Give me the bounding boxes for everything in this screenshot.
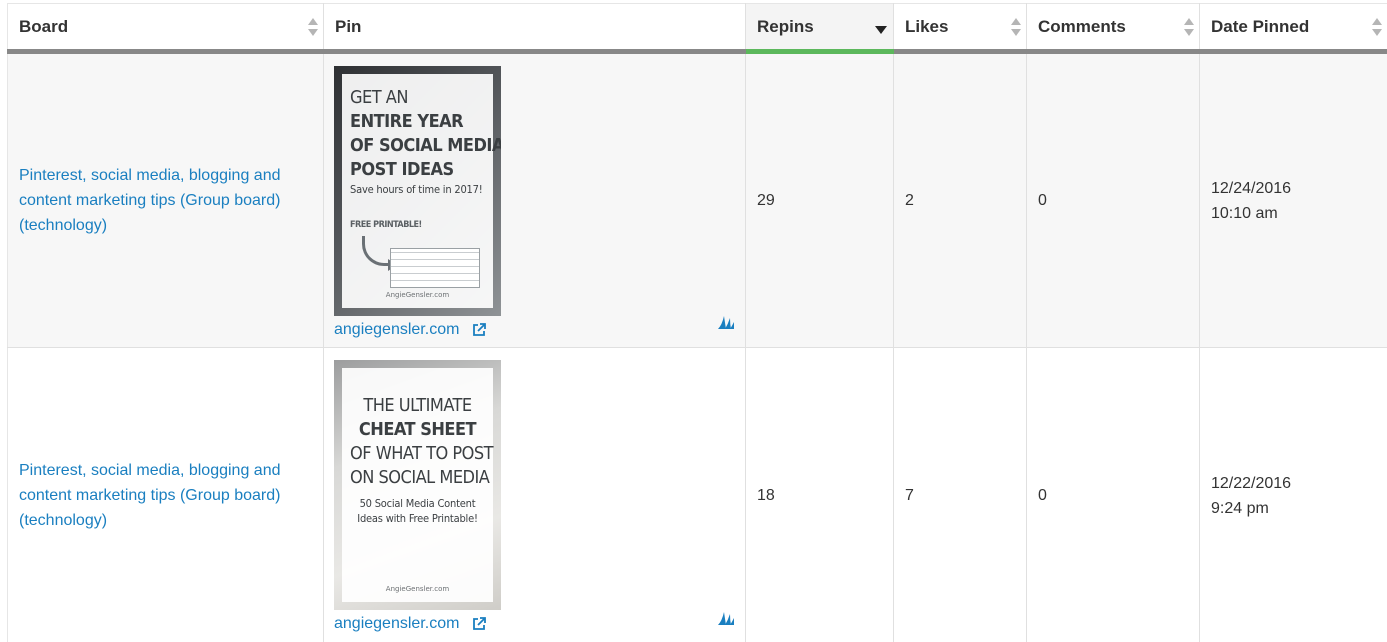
pin-cell: GET AN ENTIRE YEAR OF SOCIAL MEDIA POST … [323,51,746,348]
pin-text-line: Ideas with Free Printable! [357,512,478,525]
column-header-comments[interactable]: Comments [1026,3,1200,54]
pin-text-line: POST IDEAS [350,159,454,180]
date-pinned-time: 9:24 pm [1211,499,1269,517]
pin-text-line: Save hours of time in 2017! [350,183,483,196]
comments-cell: 0 [1026,347,1200,642]
column-header-label: Likes [905,16,949,36]
external-link-icon[interactable] [471,321,487,337]
pin-text-line: FREE PRINTABLE! [350,220,422,230]
pin-text-line: ENTIRE YEAR [350,111,464,132]
board-cell: Pinterest, social media, blogging and co… [7,347,324,642]
pin-overlay-card: THE ULTIMATE CHEAT SHEET OF WHAT TO POST… [342,368,494,602]
repins-cell: 29 [745,51,894,348]
pin-cell: THE ULTIMATE CHEAT SHEET OF WHAT TO POST… [323,347,746,642]
printable-sheet-graphic [390,248,480,288]
pin-text-line: CHEAT SHEET [358,419,477,440]
pin-text-line: 50 Social Media Content [359,497,476,510]
column-header-label: Comments [1038,16,1126,36]
column-header-repins[interactable]: Repins [745,3,894,54]
sort-arrows-icon[interactable] [1011,17,1021,36]
column-header-label: Repins [757,16,814,36]
column-header-label: Date Pinned [1211,16,1310,36]
sort-desc-icon[interactable] [875,26,887,34]
table-header-row: Board Pin Repins Likes Comments Date Pin… [7,3,1387,54]
sort-arrows-icon[interactable] [1372,17,1382,36]
table-row: Pinterest, social media, blogging and co… [7,51,1387,348]
pin-text-line: THE ULTIMATE [363,395,472,416]
pin-credit: AngieGensler.com [385,291,450,299]
pin-domain-row: angiegensler.com [334,612,735,634]
table-row: Pinterest, social media, blogging and co… [7,347,1387,642]
likes-cell: 2 [893,51,1027,348]
comments-cell: 0 [1026,51,1200,348]
sort-arrows-icon[interactable] [1184,17,1194,36]
pins-table-container: Board Pin Repins Likes Comments Date Pin… [7,3,1387,642]
pin-text-line: OF SOCIAL MEDIA [350,135,501,156]
pin-text-line: GET AN [350,87,409,108]
column-header-label: Pin [335,16,362,36]
board-cell: Pinterest, social media, blogging and co… [7,51,324,348]
likes-cell: 7 [893,347,1027,642]
column-header-date-pinned[interactable]: Date Pinned [1199,3,1387,54]
pin-domain-row: angiegensler.com [334,318,735,340]
date-pinned-date: 12/24/2016 [1211,179,1292,197]
date-pinned-cell: 12/24/2016 10:10 am [1199,51,1387,348]
pin-text-line: OF WHAT TO POST [350,443,494,464]
board-link[interactable]: Pinterest, social media, blogging and co… [19,163,314,238]
column-header-label: Board [19,16,69,36]
date-pinned-time: 10:10 am [1211,204,1278,222]
external-link-icon[interactable] [471,615,487,631]
pin-domain-link[interactable]: angiegensler.com [334,317,459,342]
pin-thumbnail[interactable]: THE ULTIMATE CHEAT SHEET OF WHAT TO POST… [334,360,501,610]
repins-cell: 18 [745,347,894,642]
pin-thumbnail[interactable]: GET AN ENTIRE YEAR OF SOCIAL MEDIA POST … [334,66,501,316]
column-header-likes[interactable]: Likes [893,3,1027,54]
column-header-pin[interactable]: Pin [323,3,746,54]
board-link[interactable]: Pinterest, social media, blogging and co… [19,458,314,533]
column-header-board[interactable]: Board [7,3,324,54]
pin-credit: AngieGensler.com [385,585,450,593]
date-pinned-cell: 12/22/2016 9:24 pm [1199,347,1387,642]
sort-arrows-icon[interactable] [308,17,318,36]
pin-text-line: ON SOCIAL MEDIA [350,467,490,488]
pin-domain-link[interactable]: angiegensler.com [334,611,459,636]
pinterest-source-icon[interactable] [717,313,735,331]
pinterest-source-icon[interactable] [717,609,735,627]
pins-table: Board Pin Repins Likes Comments Date Pin… [7,3,1387,642]
date-pinned-date: 12/22/2016 [1211,474,1292,492]
